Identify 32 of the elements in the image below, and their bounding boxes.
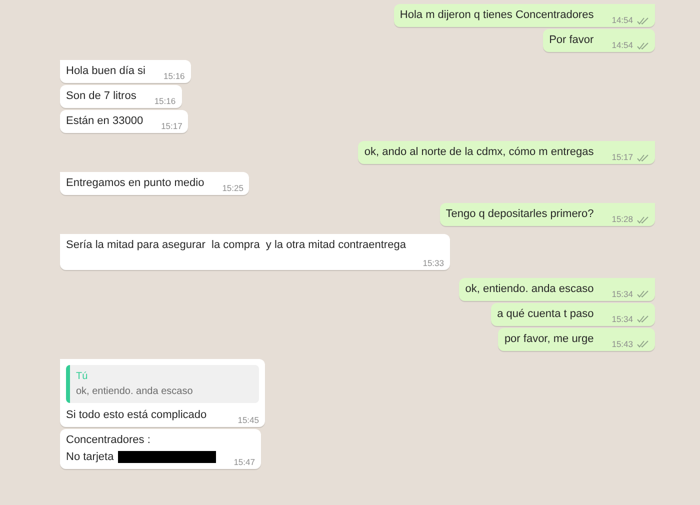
message-time: 15:28 (612, 213, 633, 226)
message-text: a qué cuenta t paso (497, 306, 594, 322)
message-text: Por favor (549, 33, 594, 48)
message-text: Son de 7 litros (66, 89, 136, 104)
quote-text: ok, entiendo. anda escaso (76, 384, 194, 399)
message-time: 15:47 (234, 456, 255, 469)
message-text: Hola m dijeron q tienes Concentradores (400, 8, 594, 23)
message-time: 15:17 (161, 120, 182, 133)
message-time: 15:34 (612, 313, 633, 326)
message-time: 15:25 (222, 182, 244, 195)
message-time: 15:16 (154, 95, 176, 108)
quoted-message[interactable]: Tú ok, entiendo. anda escaso (66, 364, 259, 403)
quote-author: Tú (76, 370, 89, 384)
message-text: Concentradores : (66, 432, 150, 448)
message-text: por favor, me urge (504, 332, 594, 347)
message-text: ok, entiendo. anda escaso (465, 282, 594, 297)
message-time: 15:16 (164, 70, 185, 83)
message-text: Están en 33000 (66, 114, 144, 129)
message-text: ok, ando al norte de la cdmx, cómo m entregas (364, 145, 594, 160)
message-time: 14:54 (612, 39, 633, 52)
message-text: Entregamos en punto medio (66, 176, 204, 191)
message-time: 15:45 (238, 414, 259, 427)
message-text: Tengo q depositarles primero? (446, 207, 594, 222)
message-time: 15:43 (612, 338, 633, 351)
message-text: Hola buen día si (66, 64, 146, 79)
message-text: No tarjeta (66, 450, 114, 465)
message-text: Si todo esto está complicado (66, 408, 207, 423)
message-text: Sería la mitad para asegurar la compra y la otra mitad contraentrega (66, 238, 406, 253)
message-time: 15:17 (612, 151, 633, 164)
message-time: 15:34 (612, 288, 633, 301)
message-time: 14:54 (612, 14, 633, 27)
message-time: 15:33 (422, 257, 444, 270)
